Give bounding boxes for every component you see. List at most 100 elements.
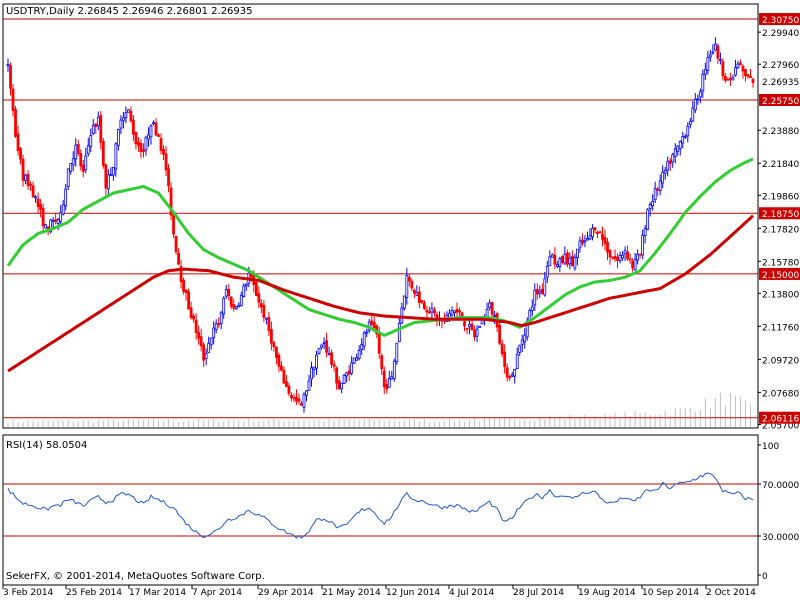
candle-body <box>563 254 567 264</box>
candle-body <box>716 45 720 59</box>
candle-body <box>382 370 386 388</box>
candle-body <box>56 219 60 224</box>
x-tick-label: 3 Feb 2014 <box>3 588 54 598</box>
candle-body <box>104 164 108 189</box>
candle-body <box>751 78 755 83</box>
candle-body <box>395 342 399 363</box>
candle-body <box>9 65 12 89</box>
copyright-text: SekerFX, © 2001-2014, MetaQuotes Softwar… <box>6 571 265 582</box>
candle-body <box>86 145 90 155</box>
candle-body <box>332 364 336 367</box>
candle-body <box>646 209 650 230</box>
candle-body <box>345 372 349 377</box>
candle-body <box>661 171 665 184</box>
candle-body <box>192 315 196 320</box>
candle-body <box>651 200 655 207</box>
candle-body <box>81 164 85 172</box>
candle-body <box>668 160 672 165</box>
candle-body <box>31 185 35 197</box>
candle-body <box>628 258 632 261</box>
candle-body <box>390 376 394 380</box>
rsi-tick-label: 0 <box>762 572 768 582</box>
candle-body <box>259 303 263 308</box>
candle-body <box>54 219 58 222</box>
candle-body <box>478 325 481 328</box>
candle-body <box>159 138 163 151</box>
x-tick-label: 29 Apr 2014 <box>258 588 314 598</box>
candle-body <box>520 339 524 345</box>
candle-body <box>229 296 233 307</box>
candle-body <box>400 307 404 324</box>
rsi-tick-label: 70.0000 <box>762 481 799 491</box>
candle-body <box>515 353 519 370</box>
level-label: 2.15000 <box>762 271 799 281</box>
candle-body <box>197 332 201 339</box>
x-tick-label: 10 Sep 2014 <box>642 588 699 598</box>
candle-body <box>129 110 133 122</box>
candle-body <box>137 141 140 146</box>
current-price-label: 2.26935 <box>762 78 799 88</box>
candle-body <box>350 362 354 374</box>
candle-body <box>285 381 288 387</box>
candle-body <box>282 369 286 384</box>
candle-body <box>244 283 248 287</box>
level-label: 2.18750 <box>762 210 799 220</box>
candle-body <box>573 257 577 269</box>
candle-body <box>540 288 544 294</box>
candle-body <box>565 252 569 265</box>
candle-body <box>613 255 617 260</box>
candle-body <box>224 289 228 297</box>
candle-body <box>207 342 211 353</box>
candle-body <box>29 183 32 186</box>
candle-body <box>407 276 411 282</box>
candle-body <box>307 380 311 391</box>
candle-body <box>545 266 549 278</box>
candle-body <box>430 307 434 313</box>
candle-body <box>340 382 344 390</box>
candle-body <box>387 377 391 388</box>
candle-body <box>362 332 366 347</box>
candle-body <box>84 155 88 171</box>
price-tick-label: 2.15780 <box>762 258 799 268</box>
candle-body <box>61 204 65 215</box>
candle-body <box>415 292 419 296</box>
candle-body <box>636 253 640 261</box>
candle-body <box>14 108 17 137</box>
price-tick-label: 2.21840 <box>762 160 799 170</box>
candle-body <box>500 343 504 355</box>
candle-body <box>99 115 103 143</box>
candle-body <box>280 365 283 371</box>
candle-body <box>91 125 95 134</box>
candle-body <box>746 74 750 77</box>
candle-body <box>71 158 75 166</box>
candle-body <box>154 122 158 136</box>
rsi-line <box>7 472 754 539</box>
candle-body <box>109 174 113 177</box>
candle-body <box>468 324 471 328</box>
candle-body <box>729 77 732 80</box>
candle-body <box>691 107 695 122</box>
candle-body <box>79 153 83 167</box>
candle-body <box>157 134 160 137</box>
x-tick-label: 19 Aug 2014 <box>578 588 636 598</box>
candle-body <box>355 357 359 361</box>
candle-body <box>365 331 369 334</box>
candle-body <box>69 163 73 172</box>
candle-body <box>16 133 20 152</box>
candle-body <box>623 250 627 255</box>
candle-body <box>114 143 118 170</box>
candle-body <box>475 328 479 337</box>
candle-body <box>297 398 301 402</box>
candle-body <box>488 302 492 309</box>
candle-body <box>611 256 614 259</box>
candle-body <box>127 109 130 113</box>
candle-body <box>658 180 662 191</box>
candle-body <box>214 323 218 330</box>
candle-body <box>162 149 165 155</box>
candle-body <box>385 384 389 390</box>
candle-body <box>586 238 589 241</box>
candle-body <box>357 350 361 359</box>
candle-body <box>11 88 15 111</box>
candle-body <box>264 317 268 320</box>
candle-body <box>593 227 597 231</box>
